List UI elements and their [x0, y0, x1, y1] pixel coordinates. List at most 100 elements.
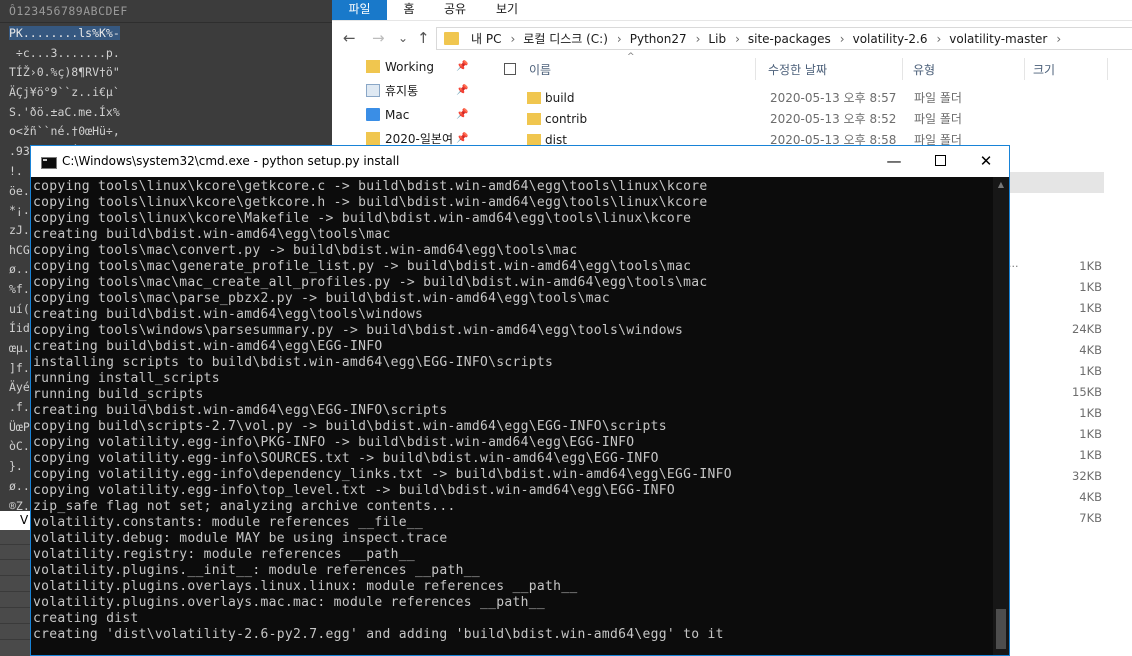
hex-row-text: ÷c...3.......p. [9, 45, 120, 60]
pin-icon[interactable]: 📌 [456, 79, 468, 103]
cmd-title-bar[interactable]: C:\Windows\system32\cmd.exe - python set… [31, 146, 1009, 177]
tab-home[interactable]: 홈 [396, 0, 422, 20]
scroll-up-arrow-icon[interactable]: ▲ [993, 177, 1009, 193]
hex-row-text: ø.. [9, 262, 30, 277]
navigation-pane: Working 📌 휴지통 📌 Mac 📌 2020-일본여 📌 [352, 55, 477, 151]
hex-row-text: uí( [9, 301, 30, 316]
breadcrumb-separator-icon[interactable]: › [1056, 32, 1061, 46]
hex-row-text: .f. [9, 400, 30, 415]
folder-icon [366, 60, 380, 73]
console-line: copying volatility.egg-info\dependency_l… [33, 467, 732, 482]
console-line: creating build\bdist.win-amd64\egg\EGG-I… [33, 403, 448, 418]
folder-icon [366, 132, 380, 145]
hex-row-text: ÜœP [9, 419, 30, 434]
console-line: copying tools\mac\generate_profile_list.… [33, 259, 692, 274]
console-line: volatility.plugins.__init__: module refe… [33, 563, 480, 578]
hex-row-text: Íid [9, 321, 30, 336]
recycle-bin-icon [366, 84, 380, 97]
breadcrumb: 내 PC › 로컬 디스크 (C:) › Python27 › Lib › site-packa… [471, 28, 1069, 51]
console-scrollbar-thumb[interactable] [996, 609, 1006, 649]
forward-icon[interactable]: → [372, 29, 385, 47]
file-size: 1KB [1079, 448, 1102, 462]
breadcrumb-item[interactable]: volatility-2.6 [853, 32, 928, 46]
console-line: volatility.plugins.overlays.mac.mac: mod… [33, 595, 545, 610]
pin-icon[interactable]: 📌 [456, 55, 468, 79]
breadcrumb-item[interactable]: 로컬 디스크 (C:) [523, 32, 608, 46]
tab-view[interactable]: 보기 [492, 0, 522, 20]
column-modified[interactable]: 수정한 날짜 [768, 61, 827, 78]
close-button[interactable]: ✕ [963, 146, 1009, 177]
ribbon-tabs: 파일 홈 공유 보기 [332, 0, 1132, 21]
breadcrumb-item[interactable]: volatility-master [949, 32, 1047, 46]
file-row[interactable]: build 2020-05-13 오후 8:57 파일 폴더 [497, 88, 1127, 109]
tab-share[interactable]: 공유 [440, 0, 470, 20]
console-line: volatility.debug: module MAY be using in… [33, 531, 448, 546]
file-size: 4KB [1079, 343, 1102, 357]
quick-access-item[interactable]: 휴지통 📌 [352, 79, 477, 103]
breadcrumb-separator-icon: › [510, 32, 516, 46]
breadcrumb-separator-icon: › [616, 32, 622, 46]
hex-row[interactable]: o<žñ``né.†0œHü÷, [0, 122, 332, 142]
column-type[interactable]: 유형 [913, 61, 935, 78]
hex-row[interactable]: ÄÇj¥ö°9``z..i€µ` [0, 83, 332, 103]
recent-locations-chevron-icon[interactable]: ⌄ [398, 31, 408, 45]
hex-status-label: V [20, 513, 29, 527]
hex-row-text: öe. [9, 183, 30, 198]
cmd-window: C:\Windows\system32\cmd.exe - python set… [30, 145, 1010, 656]
hex-row[interactable]: ÷c...3.......p. [0, 44, 332, 64]
maximize-button[interactable] [917, 146, 963, 177]
select-all-checkbox[interactable] [504, 63, 516, 75]
breadcrumb-item[interactable]: Python27 [630, 32, 687, 46]
up-folder-icon[interactable]: ↑ [417, 29, 430, 47]
pin-icon[interactable]: 📌 [456, 103, 468, 127]
console-line: running build_scripts [33, 387, 204, 402]
file-size: 1KB [1079, 427, 1102, 441]
hex-row-text: ]f. [9, 360, 30, 375]
tab-file[interactable]: 파일 [332, 0, 387, 20]
back-icon[interactable]: ← [343, 29, 356, 47]
hex-row-text: ÄÇj¥ö°9``z..i€µ` [9, 85, 120, 100]
breadcrumb-item[interactable]: Lib [708, 32, 726, 46]
address-row: ← → ⌄ ↑ 내 PC › 로컬 디스크 (C:) › Python27 › Lib › si… [332, 27, 1132, 51]
quick-access-item[interactable]: Working 📌 [352, 55, 477, 79]
hex-row-text: S.'ðö.±aC.me.Íx% [9, 104, 120, 119]
hex-row-text: o<žñ``né.†0œHü÷, [9, 124, 120, 139]
breadcrumb-item[interactable]: site-packages [748, 32, 831, 46]
hex-row[interactable]: TÍŽ›0.%ç)8¶RV†ö" [0, 63, 332, 83]
console-line: copying tools\mac\convert.py -> build\bd… [33, 243, 578, 258]
console-output[interactable]: copying tools\linux\kcore\getkcore.c -> … [33, 179, 977, 655]
folder-icon [527, 113, 541, 125]
console-line: creating build\bdist.win-amd64\egg\EGG-I… [33, 339, 383, 354]
quick-access-label: Mac [385, 108, 410, 122]
file-modified: 2020-05-13 오후 8:57 [770, 91, 897, 105]
address-bar[interactable]: 내 PC › 로컬 디스크 (C:) › Python27 › Lib › site-packa… [436, 27, 1132, 50]
file-modified: 2020-05-13 오후 8:52 [770, 112, 897, 126]
column-name[interactable]: 이름 [529, 61, 551, 78]
breadcrumb-item[interactable]: 내 PC [471, 32, 501, 46]
console-line: copying tools\linux\kcore\getkcore.c -> … [33, 179, 708, 194]
breadcrumb-separator-icon: › [936, 32, 942, 46]
hex-row-text: %f. [9, 281, 30, 296]
console-scrollbar[interactable]: ▲ [993, 177, 1009, 655]
file-type: 파일 폴더 [914, 91, 962, 105]
sort-ascending-icon: ^ [627, 52, 635, 62]
hex-row[interactable]: S.'ðö.±aC.me.Íx% [0, 103, 332, 123]
console-line: installing scripts to build\bdist.win-am… [33, 355, 554, 370]
console-line: creating dist [33, 611, 139, 626]
hex-row-text: zJ. [9, 222, 30, 237]
quick-access-label: Working [385, 60, 434, 74]
console-line: copying volatility.egg-info\SOURCES.txt … [33, 451, 659, 466]
file-row[interactable]: contrib 2020-05-13 오후 8:52 파일 폴더 [497, 109, 1127, 130]
file-size: 24KB [1072, 322, 1103, 336]
console-line: running install_scripts [33, 371, 220, 386]
hex-row[interactable]: PK........ls%K%- [0, 24, 332, 44]
console-line: copying volatility.egg-info\top_level.tx… [33, 483, 676, 498]
minimize-button[interactable]: — [871, 146, 917, 177]
quick-access-item[interactable]: Mac 📌 [352, 103, 477, 127]
column-size[interactable]: 크기 [1033, 61, 1055, 78]
file-size: 1KB [1079, 301, 1102, 315]
file-size: 7KB [1079, 511, 1102, 525]
hex-row-text: hCG [9, 242, 30, 257]
size-column-values: 1KB 1KB 1KB 24KB 4KB 1KB 15KB 1KB 1KB 1KB 32KB 4KB 7… [1072, 256, 1102, 529]
cmd-window-title: C:\Windows\system32\cmd.exe - python set… [62, 154, 400, 168]
